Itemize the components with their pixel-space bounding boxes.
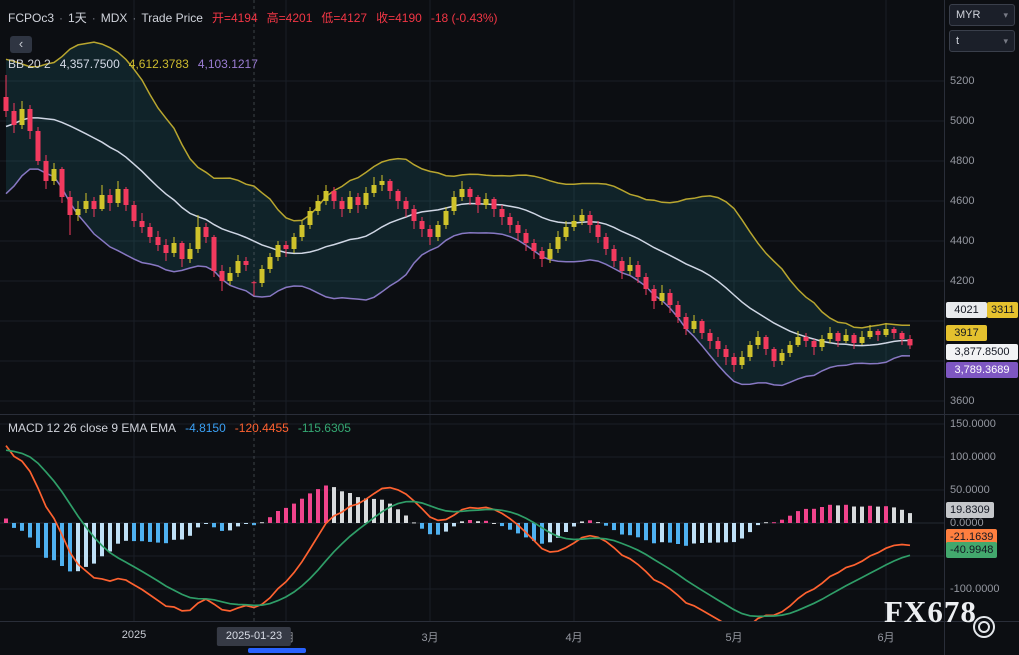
time-axis[interactable]: 2025-01-23 20252月3月4月5月6月 (0, 622, 944, 655)
bollinger-legend-title[interactable]: BB 20 2 (8, 57, 51, 71)
currency-selector[interactable]: MYR ▾ (949, 4, 1015, 26)
price-axis-badge: 3,789.3689 (946, 362, 1018, 378)
macd-tick-label: 150.0000 (950, 418, 996, 430)
open-readout: 开=4194 (212, 11, 258, 25)
symbol-info-bar: FCPOc3 · 1天 · MDX · Trade Price 开=4194 高=4201 低=4… (8, 9, 498, 26)
price-tick-label: 4200 (950, 275, 974, 287)
price-axis[interactable]: MYR ▾ t ▾ 5200 5000 4800 4600 4400 4200 3600 15… (945, 0, 1019, 655)
macd-hist-value: -4.8150 (185, 421, 226, 435)
macd-line-value: -120.4455 (235, 421, 289, 435)
macd-tick-label: 50.0000 (950, 484, 990, 496)
chevron-down-icon: ▾ (1003, 5, 1008, 25)
bollinger-lower-value: 4,103.1217 (198, 57, 258, 71)
separator-dot: · (92, 11, 96, 25)
price-tick-label: 5200 (950, 75, 974, 87)
chevron-down-icon: ▾ (1003, 31, 1008, 51)
bollinger-upper-value: 4,612.3783 (129, 57, 189, 71)
price-axis-badge: 3917 (946, 325, 987, 341)
macd-legend-title[interactable]: MACD 12 26 close 9 EMA EMA (8, 421, 176, 435)
price-axis-badge: 3,877.8500 (946, 344, 1018, 360)
fx678-logo-icon (973, 616, 995, 638)
change-readout: -18 (-0.43%) (431, 11, 498, 25)
fx678-watermark: FX678 (884, 594, 977, 630)
unit-selector[interactable]: t ▾ (949, 30, 1015, 52)
trading-chart-app: FCPOc3 · 1天 · MDX · Trade Price 开=4194 高=4201 低=4… (0, 0, 1019, 655)
price-tick-label: 4800 (950, 155, 974, 167)
crosshair-date-label: 2025-01-23 (217, 627, 291, 646)
price-axis-badge: 3311 (987, 302, 1018, 318)
separator-dot: · (59, 11, 63, 25)
exchange-label: MDX (101, 11, 128, 25)
macd-legend[interactable]: MACD 12 26 close 9 EMA EMA -4.8150 -120.44… (8, 421, 351, 435)
bollinger-legend[interactable]: BB 20 2 4,357.7500 4,612.3783 4,103.1217 (8, 57, 258, 71)
time-axis-label: 3月 (421, 629, 438, 645)
close-readout: 收=4190 (376, 11, 422, 25)
unit-label: t (956, 35, 959, 47)
interval-label[interactable]: 1天 (68, 11, 87, 25)
price-tick-label: 3600 (950, 395, 974, 407)
macd-histogram (4, 486, 912, 572)
macd-axis-badge: 19.8309 (946, 502, 994, 518)
pane-divider (0, 414, 1019, 415)
time-axis-label: 5月 (725, 629, 742, 645)
macd-signal-value: -115.6305 (298, 421, 351, 435)
macd-tick-label: 100.0000 (950, 451, 996, 463)
time-axis-label: 6月 (877, 629, 894, 645)
macd-tick-label: 0.0000 (950, 517, 984, 529)
macd-chart-pane[interactable] (0, 414, 944, 621)
price-tick-label: 4600 (950, 195, 974, 207)
currency-label: MYR (956, 9, 980, 21)
separator-dot: · (132, 11, 136, 25)
back-arrow-button[interactable]: ‹ (10, 36, 32, 53)
time-axis-label: 4月 (565, 629, 582, 645)
bollinger-basis-value: 4,357.7500 (60, 57, 120, 71)
series-type-label: Trade Price (141, 11, 203, 25)
low-readout: 低=4127 (321, 11, 367, 25)
price-tick-label: 5000 (950, 115, 974, 127)
price-tick-label: 4400 (950, 235, 974, 247)
symbol-name[interactable]: FCPOc3 (8, 11, 54, 25)
price-axis-badge: 4021 (946, 302, 987, 318)
scrollbar-thumb[interactable] (248, 648, 306, 653)
time-axis-label: 2025 (122, 629, 146, 641)
macd-axis-badge: -40.9948 (946, 542, 997, 558)
high-readout: 高=4201 (267, 11, 313, 25)
